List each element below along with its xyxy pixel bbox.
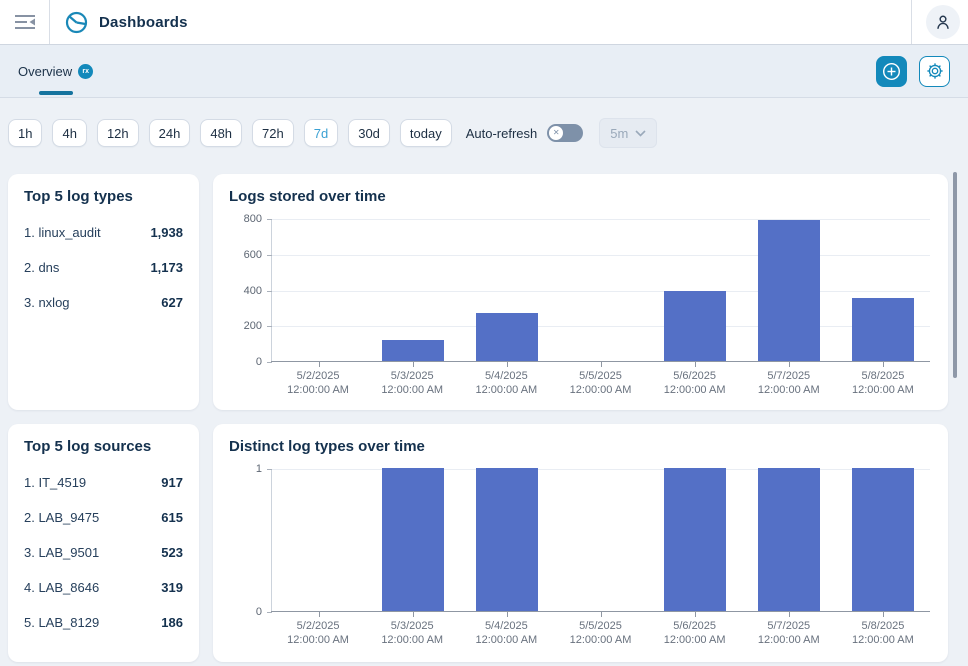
- x-axis-tick-label: 5/8/202512:00:00 AM: [836, 369, 930, 397]
- dashboard-grid: Top 5 log types 1. linux_audit 1,938 2. dn…: [8, 174, 948, 662]
- distinct-log-types-bar-chart: 015/2/202512:00:00 AM5/3/202512:00:00 AM…: [229, 469, 932, 647]
- toggle-off-icon: ✕: [549, 126, 563, 140]
- bar: [382, 468, 445, 611]
- x-axis-tick-label: 5/3/202512:00:00 AM: [365, 619, 459, 647]
- list-item-value: 627: [161, 295, 183, 310]
- list-item-label: 1. IT_4519: [24, 475, 86, 490]
- time-range-button-12h[interactable]: 12h: [97, 119, 139, 147]
- y-axis-tick-label: 0: [256, 606, 262, 618]
- time-range-toolbar: 1h4h12h24h48h72h7d30dtoday Auto-refresh …: [0, 98, 968, 148]
- x-axis-tick-label: 5/8/202512:00:00 AM: [836, 619, 930, 647]
- user-icon: [933, 12, 953, 32]
- list-item-value: 523: [161, 545, 183, 560]
- time-range-button-1h[interactable]: 1h: [8, 119, 42, 147]
- time-range-button-48h[interactable]: 48h: [200, 119, 242, 147]
- page-scrollbar-thumb[interactable]: [953, 172, 957, 378]
- list-item-value: 917: [161, 475, 183, 490]
- x-axis-tick-label: 5/2/202512:00:00 AM: [271, 619, 365, 647]
- x-axis-tick-label: 5/7/202512:00:00 AM: [742, 619, 836, 647]
- x-axis-tick-label: 5/2/202512:00:00 AM: [271, 369, 365, 397]
- time-range-button-30d[interactable]: 30d: [348, 119, 390, 147]
- list-item: 3. nxlog 627: [24, 295, 183, 310]
- plus-circle-icon: [882, 62, 901, 81]
- top-log-types-card: Top 5 log types 1. linux_audit 1,938 2. dn…: [8, 174, 199, 410]
- bar: [382, 340, 445, 361]
- logs-stored-bar-chart: 02004006008005/2/202512:00:00 AM5/3/2025…: [229, 219, 932, 397]
- logs-stored-chart-card: Logs stored over time 0 200 400 600 800 5/2/2…: [213, 174, 948, 410]
- list-item-value: 1,173: [150, 260, 183, 275]
- card-title: Logs stored over time: [229, 188, 932, 205]
- y-axis-tick-label: 800: [244, 213, 262, 225]
- time-range-button-24h[interactable]: 24h: [149, 119, 191, 147]
- x-axis-tick-label: 5/6/202512:00:00 AM: [648, 369, 742, 397]
- x-axis-tick-label: 5/3/202512:00:00 AM: [365, 369, 459, 397]
- sidebar-toggle-button[interactable]: [0, 0, 50, 44]
- dashboard-settings-button[interactable]: [919, 56, 950, 87]
- bar: [476, 468, 539, 611]
- user-menu-button[interactable]: [926, 5, 960, 39]
- bar: [852, 298, 915, 361]
- list-item: 2. LAB_9475 615: [24, 510, 183, 525]
- gear-icon: [926, 62, 944, 80]
- tab-overview[interactable]: Overview rx: [12, 45, 99, 97]
- bar: [664, 291, 727, 361]
- top-bar: Dashboards: [0, 0, 968, 45]
- card-title: Top 5 log types: [24, 188, 183, 205]
- auto-refresh-label: Auto-refresh: [466, 126, 538, 141]
- auto-refresh-toggle[interactable]: ✕: [547, 124, 583, 142]
- y-axis-tick-label: 400: [244, 285, 262, 297]
- list-item: 1. linux_audit 1,938: [24, 225, 183, 240]
- y-axis-tick-label: 200: [244, 320, 262, 332]
- bar: [758, 220, 821, 361]
- list-item-label: 4. LAB_8646: [24, 580, 99, 595]
- time-range-button-7d[interactable]: 7d: [304, 119, 338, 147]
- bar: [664, 468, 727, 611]
- list-item-label: 3. LAB_9501: [24, 545, 99, 560]
- time-range-button-today[interactable]: today: [400, 119, 452, 147]
- distinct-log-types-chart-card: Distinct log types over time 015/2/20251…: [213, 424, 948, 662]
- top-log-sources-card: Top 5 log sources 1. IT_4519 917 2. LAB_94…: [8, 424, 199, 662]
- bar: [758, 468, 821, 611]
- list-item-label: 5. LAB_8129: [24, 615, 99, 630]
- list-item: 2. dns 1,173: [24, 260, 183, 275]
- card-title: Top 5 log sources: [24, 438, 183, 455]
- x-axis-tick-label: 5/5/202512:00:00 AM: [553, 619, 647, 647]
- active-tab-indicator: [39, 91, 73, 95]
- y-axis-tick-label: 1: [256, 463, 262, 475]
- list-item-value: 615: [161, 510, 183, 525]
- dashboards-logo-icon: [64, 10, 89, 35]
- list-item-label: 2. LAB_9475: [24, 510, 99, 525]
- time-range-button-4h[interactable]: 4h: [52, 119, 86, 147]
- x-axis-tick-label: 5/4/202512:00:00 AM: [459, 619, 553, 647]
- list-item: 1. IT_4519 917: [24, 475, 183, 490]
- y-axis-tick-label: 600: [244, 249, 262, 261]
- x-axis-tick-label: 5/5/202512:00:00 AM: [553, 369, 647, 397]
- list-item-label: 2. dns: [24, 260, 59, 275]
- list-item-label: 3. nxlog: [24, 295, 70, 310]
- time-range-button-72h[interactable]: 72h: [252, 119, 294, 147]
- list-item-label: 1. linux_audit: [24, 225, 101, 240]
- refresh-interval-select[interactable]: 5m: [599, 118, 657, 148]
- page-title: Dashboards: [99, 14, 188, 31]
- x-axis-tick-label: 5/4/202512:00:00 AM: [459, 369, 553, 397]
- bar: [852, 468, 915, 611]
- card-title: Distinct log types over time: [229, 438, 932, 455]
- list-item: 4. LAB_8646 319: [24, 580, 183, 595]
- list-item-value: 319: [161, 580, 183, 595]
- dashboard-tab-bar: Overview rx: [0, 45, 968, 98]
- list-item: 3. LAB_9501 523: [24, 545, 183, 560]
- tab-overview-badge: rx: [78, 64, 93, 79]
- chevron-down-icon: [635, 130, 646, 137]
- y-axis-tick-label: 0: [256, 356, 262, 368]
- list-item: 5. LAB_8129 186: [24, 615, 183, 630]
- tab-overview-label: Overview: [18, 64, 72, 79]
- x-axis-tick-label: 5/6/202512:00:00 AM: [648, 619, 742, 647]
- refresh-interval-value: 5m: [610, 126, 628, 141]
- hamburger-collapse-icon: [13, 12, 37, 32]
- x-axis-tick-label: 5/7/202512:00:00 AM: [742, 369, 836, 397]
- bar: [476, 313, 539, 361]
- list-item-value: 186: [161, 615, 183, 630]
- add-dashboard-button[interactable]: [876, 56, 907, 87]
- list-item-value: 1,938: [150, 225, 183, 240]
